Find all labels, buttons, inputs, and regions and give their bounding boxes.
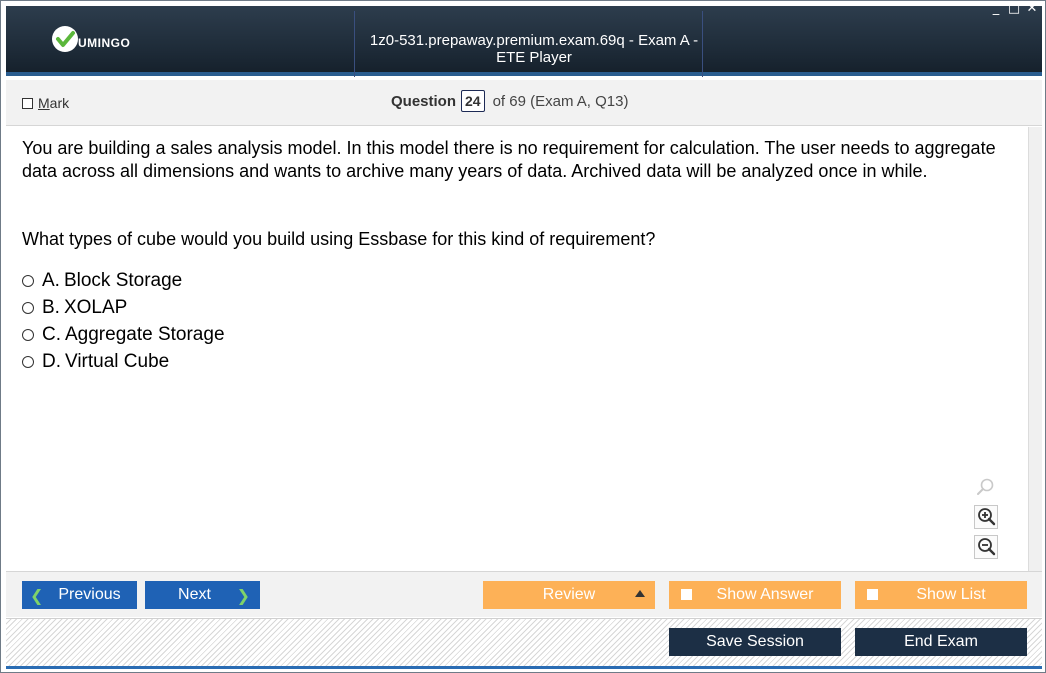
answer-text[interactable]: Virtual Cube — [65, 351, 169, 373]
caret-up-icon[interactable] — [635, 590, 645, 597]
answer-option-a[interactable]: A. Block Storage — [22, 267, 225, 294]
radio-button[interactable] — [22, 355, 34, 368]
title-separator — [354, 11, 355, 77]
question-label: Question — [391, 92, 457, 110]
radio-button[interactable] — [22, 328, 34, 341]
question-content: You are building a sales analysis model.… — [6, 127, 1028, 571]
radio-button[interactable] — [22, 301, 34, 314]
title-separator — [702, 11, 703, 77]
checkbox-icon[interactable] — [867, 589, 878, 600]
previous-label: Previous — [58, 586, 121, 603]
answer-text[interactable]: Aggregate Storage — [65, 324, 225, 346]
answer-list: A. Block Storage B. XOLAP C. Aggregate S… — [22, 267, 225, 375]
checkbox-icon[interactable] — [22, 97, 33, 109]
search-icon[interactable] — [974, 475, 998, 499]
chevron-right-icon: ❯ — [236, 586, 250, 605]
answer-letter: C. — [42, 323, 61, 345]
question-total: of 69 (Exam A, Q13) — [492, 92, 629, 110]
question-number-input[interactable]: 24 — [461, 90, 485, 112]
close-icon[interactable]: ✕ — [1025, 2, 1039, 18]
question-header: Mark Question 24 of 69 (Exam A, Q13) — [6, 80, 1042, 126]
minimize-icon[interactable]: _ — [989, 2, 1003, 18]
mark-checkbox[interactable]: Mark — [22, 95, 69, 111]
vumingo-check-icon — [52, 26, 78, 52]
answer-letter: D. — [42, 350, 61, 372]
zoom-in-icon[interactable] — [974, 505, 998, 529]
next-label: Next — [178, 586, 211, 603]
answer-option-d[interactable]: D. Virtual Cube — [22, 348, 225, 375]
answer-option-c[interactable]: C. Aggregate Storage — [22, 321, 225, 348]
previous-button[interactable]: ❮ Previous — [22, 581, 137, 609]
answer-text[interactable]: XOLAP — [64, 297, 127, 319]
radio-button[interactable] — [22, 274, 34, 287]
review-button[interactable]: Review — [483, 581, 655, 609]
app-window: UMINGO 1z0-531.prepaway.premium.exam.69q… — [0, 0, 1046, 673]
show-list-label: Show List — [916, 586, 986, 603]
app-logo: UMINGO — [52, 26, 130, 52]
answer-letter: A. — [42, 269, 60, 291]
answer-option-b[interactable]: B. XOLAP — [22, 294, 225, 321]
end-exam-button[interactable]: End Exam — [855, 628, 1027, 656]
logo-text: UMINGO — [78, 36, 131, 50]
question-text: You are building a sales analysis model.… — [22, 138, 996, 181]
checkbox-icon[interactable] — [681, 589, 692, 600]
accent-line — [6, 666, 1042, 669]
show-answer-label: Show Answer — [716, 586, 814, 603]
mark-label[interactable]: Mark — [38, 95, 69, 111]
footer-bar: Save Session End Exam — [6, 618, 1042, 666]
maximize-icon[interactable]: □ — [1007, 2, 1021, 18]
chevron-left-icon: ❮ — [30, 586, 44, 605]
navigation-bar: ❮ Previous Next ❯ Review Show Answer Sho… — [6, 571, 1042, 617]
answer-letter: B. — [42, 296, 60, 318]
show-list-button[interactable]: Show List — [855, 581, 1027, 609]
show-answer-button[interactable]: Show Answer — [669, 581, 841, 609]
answer-text[interactable]: Block Storage — [64, 270, 182, 292]
question-prompt: What types of cube would you build using… — [22, 229, 656, 249]
title-bar: UMINGO 1z0-531.prepaway.premium.exam.69q… — [6, 6, 1042, 77]
question-counter: Question 24 of 69 (Exam A, Q13) — [391, 90, 629, 112]
zoom-out-icon[interactable] — [974, 535, 998, 559]
window-title: 1z0-531.prepaway.premium.exam.69q - Exam… — [369, 32, 699, 66]
window-controls: _ □ ✕ — [989, 2, 1039, 18]
review-label: Review — [542, 586, 596, 603]
next-button[interactable]: Next ❯ — [145, 581, 260, 609]
vertical-scrollbar[interactable] — [1028, 127, 1042, 571]
save-session-button[interactable]: Save Session — [669, 628, 841, 656]
